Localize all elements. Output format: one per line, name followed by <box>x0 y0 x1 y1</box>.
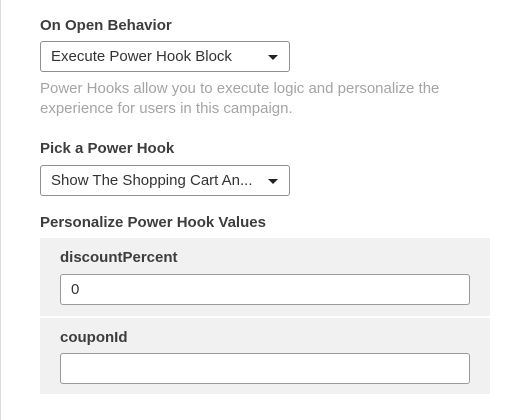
field-divider <box>40 316 490 318</box>
on-open-behavior-select[interactable]: Execute Power Hook Block <box>40 41 290 72</box>
power-hook-select[interactable]: Show The Shopping Cart An... <box>40 165 290 196</box>
coupon-id-input[interactable] <box>60 353 470 384</box>
chevron-down-icon <box>268 55 278 60</box>
pick-power-hook-label: Pick a Power Hook <box>40 140 175 157</box>
chevron-down-icon <box>268 179 278 184</box>
power-hook-values-panel: discountPercent couponId <box>40 238 490 394</box>
discount-percent-label: discountPercent <box>60 249 178 266</box>
power-hook-selected-value: Show The Shopping Cart An... <box>51 172 253 189</box>
panel-left-border <box>0 0 1 420</box>
discount-percent-input[interactable] <box>60 274 470 305</box>
coupon-id-label: couponId <box>60 329 128 346</box>
on-open-behavior-selected-value: Execute Power Hook Block <box>51 48 232 65</box>
power-hooks-help-text: Power Hooks allow you to execute logic a… <box>40 80 440 117</box>
personalize-values-label: Personalize Power Hook Values <box>40 214 266 231</box>
on-open-behavior-label: On Open Behavior <box>40 17 172 34</box>
